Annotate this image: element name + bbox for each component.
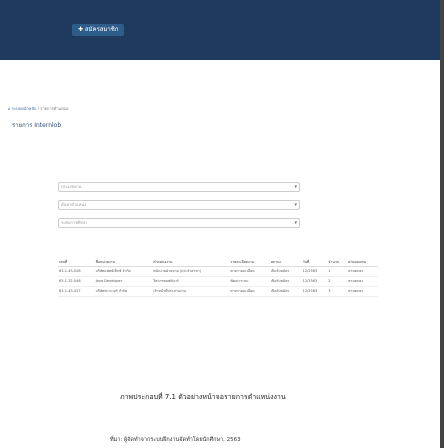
content-panel <box>0 60 444 448</box>
job-type-placeholder: ประเภทงาน <box>61 184 82 189</box>
breadcrumb-home-link[interactable]: ⌂ ระบบหน้าหลัก <box>8 106 36 111</box>
cell: ตามตกลง <box>347 286 378 297</box>
col-header[interactable]: รายละเอียดงาน <box>229 258 270 267</box>
chevron-down-icon: ▾ <box>294 184 297 190</box>
col-header[interactable]: สถานะ <box>269 258 302 267</box>
cell: 63-1-32-048 <box>58 276 95 287</box>
cell: ตามรายละเอียด <box>229 286 270 297</box>
cell: Java Developer <box>94 276 153 287</box>
col-header[interactable]: ชื่อหน่วยงาน <box>94 258 153 267</box>
cell: 12/2563 <box>301 266 328 277</box>
col-header[interactable]: ค่าตอบแทน <box>347 258 378 267</box>
table-row[interactable]: 63-1-43-027 บริษัทพาวเวอร์ จำกัด เจ้าหน้… <box>58 286 378 297</box>
cell: 3 <box>327 286 348 297</box>
figure-caption: ภาพประกอบที่ 7.1 ตัวอย่างหน้าจอรายการตำแ… <box>120 393 286 401</box>
table-row[interactable]: 63-1-32-048 Java Developer วิศวกรซอฟต์แว… <box>58 276 378 287</box>
position-search-input[interactable]: ค้นหาตำแหน่ง ▾ <box>58 200 300 210</box>
table-header-row: เลขที่ ชื่อหน่วยงาน ตำแหน่งงาน รายละเอีย… <box>58 258 378 267</box>
cell: ตามตกลง <box>347 266 378 277</box>
nav-register-tab[interactable]: ✚ สมัครสมาชิก <box>72 24 125 36</box>
job-table: เลขที่ ชื่อหน่วยงาน ตำแหน่งงาน รายละเอีย… <box>58 258 378 297</box>
breadcrumb-path: / รายการตำแหน่ง <box>36 106 69 111</box>
chevron-down-icon: ▾ <box>294 202 297 208</box>
cell: 2 <box>327 276 348 287</box>
col-header[interactable]: เลขที่ <box>58 258 95 267</box>
breadcrumb: ⌂ ระบบหน้าหลัก / รายการตำแหน่ง <box>8 105 69 112</box>
cell: 63-1-43-028 <box>58 266 95 277</box>
col-header[interactable]: วันที่ <box>301 258 328 267</box>
top-bar: ✚ สมัครสมาชิก <box>0 0 444 60</box>
cell: บริษัทแพทย์เท็กซ์ จำกัด <box>94 266 153 277</box>
figure-source: ที่มา: ผู้จัดทำจากระบบฝึกงานจัดทำโดยนักศ… <box>110 437 241 443</box>
cell: พนักงานฝ่ายขาย (ประจำสาขา) <box>152 266 230 277</box>
cell: 12/2563 <box>301 276 328 287</box>
cell: บริษัทพาวเวอร์ จำกัด <box>94 286 153 297</box>
cell: เปิดรับสมัคร <box>269 286 302 297</box>
job-type-select[interactable]: ประเภทงาน ▾ <box>58 182 300 192</box>
page-title: รายการ Internlob <box>12 122 62 129</box>
cell: พัฒนาระบบ <box>229 276 270 287</box>
education-placeholder: ระดับการศึกษา <box>61 220 88 225</box>
cell: ตามรายละเอียด <box>229 266 270 277</box>
cell: เปิดรับสมัคร <box>269 266 302 277</box>
table-row[interactable]: 63-1-43-028 บริษัทแพทย์เท็กซ์ จำกัด พนัก… <box>58 266 378 277</box>
col-header[interactable]: ตำแหน่งงาน <box>152 258 230 267</box>
cell: วิศวกรซอฟต์แวร์ <box>152 276 230 287</box>
cell: 12/2563 <box>301 286 328 297</box>
cell: 63-1-43-027 <box>58 286 95 297</box>
education-select[interactable]: ระดับการศึกษา ▾ <box>58 218 300 228</box>
col-header[interactable]: จำนวน <box>327 258 348 267</box>
window-edge <box>440 0 444 448</box>
position-placeholder: ค้นหาตำแหน่ง <box>61 202 87 207</box>
cell: ตามตกลง <box>347 276 378 287</box>
chevron-down-icon: ▾ <box>294 220 297 226</box>
cell: เปิดรับสมัคร <box>269 276 302 287</box>
cell: เจ้าหน้าที่ประสานงาน <box>152 286 230 297</box>
cell: 1 <box>327 266 348 277</box>
